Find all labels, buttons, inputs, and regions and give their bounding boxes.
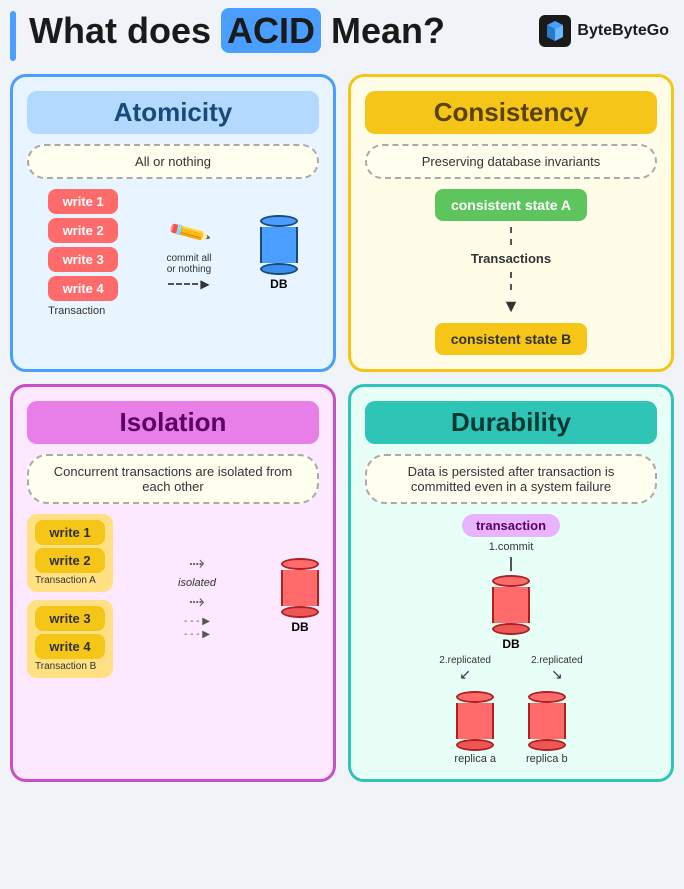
isolated-label: isolated	[178, 577, 216, 589]
db-cylinder-dur: DB	[492, 575, 530, 651]
rep-b-top	[528, 691, 566, 703]
isolation-card: Isolation Concurrent transactions are is…	[10, 384, 336, 782]
title-suffix: Mean?	[321, 10, 445, 51]
iso-db-label: DB	[291, 620, 308, 634]
atomicity-db-label: DB	[270, 277, 287, 291]
db-body-iso	[281, 570, 319, 606]
bytebytelogo-icon	[539, 15, 571, 47]
atomicity-title: Atomicity	[27, 91, 319, 134]
atomicity-write-3: write 3	[48, 247, 118, 272]
durability-title: Durability	[365, 401, 657, 444]
db-cylinder-isolation: DB	[281, 558, 319, 634]
dashed-line-top	[510, 227, 512, 245]
replica-b-cylinder	[528, 691, 566, 751]
arrow-down-icon: ▼	[502, 296, 520, 317]
isolation-desc: Concurrent transactions are isolated fro…	[27, 454, 319, 504]
rep-a-bottom	[456, 739, 494, 751]
iso-group-a: write 1 write 2 Transaction A	[27, 514, 113, 592]
commit-label: commit allor nothing	[166, 253, 211, 275]
page-title: What does ACID Mean?	[29, 10, 445, 52]
iso-arrow-2: ⤑	[189, 591, 205, 614]
db-top-iso	[281, 558, 319, 570]
atomicity-write-2: write 2	[48, 218, 118, 243]
replicated-left: 2.replicated ↙	[439, 655, 491, 683]
dur-db-label: DB	[502, 637, 519, 651]
transaction-b-label: Transaction B	[35, 661, 105, 672]
db-cylinder-atomicity: DB	[260, 215, 298, 291]
blue-accent-bar	[10, 11, 16, 61]
pencil-icon: ✏️	[166, 209, 213, 255]
iso-db: DB	[281, 558, 319, 634]
dur-arrows: 2.replicated ↙ 2.replicated ↘	[439, 655, 582, 683]
rep-a-body	[456, 703, 494, 739]
atomicity-card: Atomicity All or nothing write 1 write 2…	[10, 74, 336, 372]
title-acid: ACID	[221, 8, 321, 53]
atomicity-transaction-label: Transaction	[48, 305, 118, 317]
replica-b-label: replica b	[526, 753, 568, 765]
durability-content: transaction 1.commit DB 2.replicated ↙ 2…	[365, 514, 657, 765]
transaction-a-label: Transaction A	[35, 575, 105, 586]
iso-write-4: write 4	[35, 634, 105, 659]
atomicity-write-list: write 1 write 2 write 3 write 4	[48, 189, 118, 301]
iso-write-2: write 2	[35, 548, 105, 573]
atomicity-desc: All or nothing	[27, 144, 319, 179]
commit-label-dur: 1.commit	[489, 541, 534, 553]
iso-arrow-1: ⤑	[189, 552, 205, 575]
state-a-box: consistent state A	[435, 189, 587, 221]
db-top	[260, 215, 298, 227]
dur-line-1	[510, 557, 512, 571]
durability-card: Durability Data is persisted after trans…	[348, 384, 674, 782]
title-prefix: What does	[29, 10, 221, 51]
atomicity-content: write 1 write 2 write 3 write 4 Transact…	[27, 189, 319, 317]
dashed-line-bottom	[510, 272, 512, 290]
dur-db-row: DB	[492, 575, 530, 651]
replica-a: replica a	[454, 691, 496, 765]
consistency-content: consistent state A Transactions ▼ consis…	[365, 189, 657, 355]
replica-a-label: replica a	[454, 753, 496, 765]
transitions-label: Transactions	[471, 251, 551, 266]
consistency-card: Consistency Preserving database invarian…	[348, 74, 674, 372]
db-top-dur	[492, 575, 530, 587]
logo-text: ByteByteGo	[577, 22, 669, 40]
consistency-desc: Preserving database invariants	[365, 144, 657, 179]
atomicity-db: DB	[260, 215, 298, 291]
replicated-right: 2.replicated ↘	[531, 655, 583, 683]
rep-a-top	[456, 691, 494, 703]
isolation-content: write 1 write 2 Transaction A write 3 wr…	[27, 514, 319, 678]
iso-group-b: write 3 write 4 Transaction B	[27, 600, 113, 678]
atomicity-write-4: write 4	[48, 276, 118, 301]
replica-b: replica b	[526, 691, 568, 765]
rep-b-body	[528, 703, 566, 739]
state-b-box: consistent state B	[435, 323, 588, 355]
iso-dashes: - - - ▶	[184, 616, 210, 627]
iso-dashes2: - - - ▶	[184, 629, 210, 640]
iso-write-1: write 1	[35, 520, 105, 545]
iso-groups: write 1 write 2 Transaction A write 3 wr…	[27, 514, 113, 678]
rep-b-bottom	[528, 739, 566, 751]
bytebytelogo: ByteByteGo	[539, 15, 669, 47]
atomicity-commit-area: ✏️ commit allor nothing ▶	[166, 216, 211, 291]
db-bottom	[260, 263, 298, 275]
durability-desc: Data is persisted after transaction is c…	[365, 454, 657, 504]
db-body	[260, 227, 298, 263]
consistency-title: Consistency	[365, 91, 657, 134]
iso-write-3: write 3	[35, 606, 105, 631]
durability-transaction-box: transaction	[462, 514, 560, 537]
db-bottom-iso	[281, 606, 319, 618]
db-body-dur	[492, 587, 530, 623]
main-grid: Atomicity All or nothing write 1 write 2…	[10, 74, 674, 782]
iso-middle: ⤑ isolated ⤑ - - - ▶ - - - ▶	[178, 552, 216, 640]
dur-replicas: replica a replica b	[454, 691, 567, 765]
atomicity-write-1: write 1	[48, 189, 118, 214]
db-bottom-dur	[492, 623, 530, 635]
isolation-title: Isolation	[27, 401, 319, 444]
replica-a-cylinder	[456, 691, 494, 751]
